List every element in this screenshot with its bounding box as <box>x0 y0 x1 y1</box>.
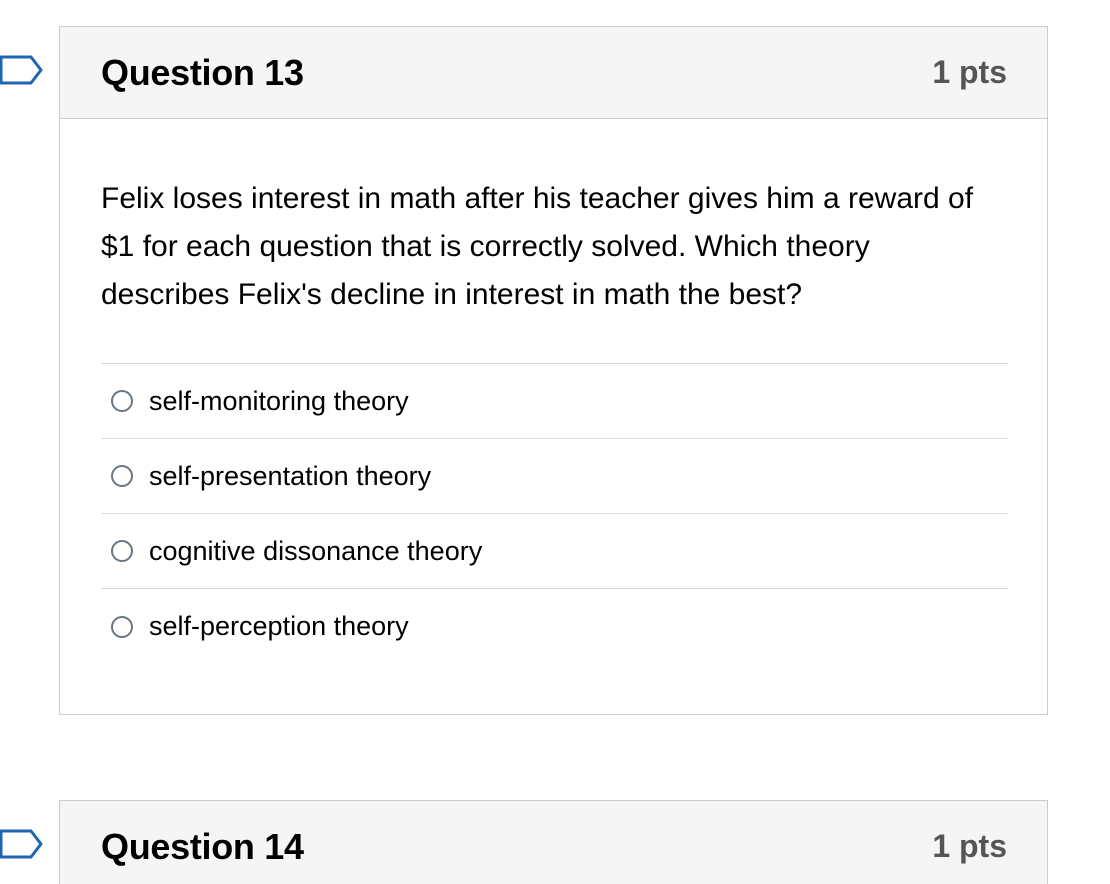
question-header: Question 14 1 pts <box>60 801 1047 884</box>
answer-label[interactable]: self-monitoring theory <box>149 386 409 417</box>
radio-button[interactable] <box>111 540 133 562</box>
radio-button[interactable] <box>111 390 133 412</box>
answer-label[interactable]: self-presentation theory <box>149 461 431 492</box>
question-header: Question 13 1 pts <box>60 27 1047 119</box>
question-title: Question 14 <box>101 825 304 867</box>
radio-button[interactable] <box>111 615 133 638</box>
answer-label[interactable]: self-perception theory <box>149 611 409 642</box>
question-points: 1 pts <box>932 54 1007 90</box>
question-title: Question 13 <box>101 51 304 93</box>
answer-option[interactable]: self-presentation theory <box>101 439 1008 514</box>
question-card: Question 14 1 pts <box>59 800 1048 884</box>
answer-option[interactable]: cognitive dissonance theory <box>101 514 1008 589</box>
answer-list: self-monitoring theory self-presentation… <box>101 363 1008 664</box>
flag-question-icon[interactable] <box>0 55 44 85</box>
question-card: Question 13 1 pts Felix loses interest i… <box>59 26 1048 715</box>
quiz-page: Question 13 1 pts Felix loses interest i… <box>0 0 1110 884</box>
radio-button[interactable] <box>111 465 133 487</box>
question-points: 1 pts <box>932 828 1007 864</box>
question-text: Felix loses interest in math after his t… <box>101 182 974 311</box>
answer-option[interactable]: self-perception theory <box>101 589 1008 664</box>
answer-option[interactable]: self-monitoring theory <box>101 364 1008 439</box>
answer-label[interactable]: cognitive dissonance theory <box>149 536 482 567</box>
flag-question-icon[interactable] <box>0 829 44 859</box>
question-body: Felix loses interest in math after his t… <box>60 119 1047 664</box>
